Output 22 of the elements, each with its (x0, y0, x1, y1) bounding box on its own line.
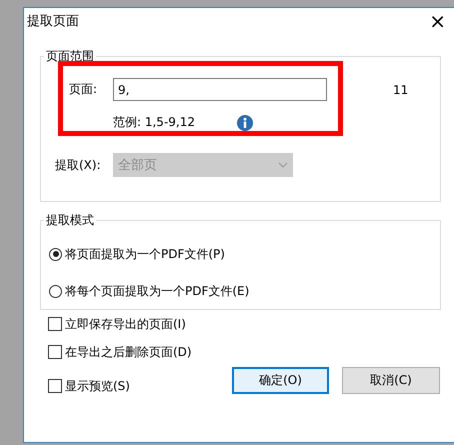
example-hint: 范例: 1,5-9,12 (113, 114, 195, 131)
pages-label: 页面: (69, 81, 98, 98)
checkbox[interactable] (48, 379, 62, 393)
extract-label: 提取(X): (55, 156, 102, 174)
radio-button[interactable] (49, 284, 62, 298)
checkbox-label: 在导出之后删除页面(D) (65, 344, 192, 360)
checkbox[interactable] (48, 317, 62, 331)
checkbox-label: 立即保存导出的页面(I) (65, 316, 186, 332)
window-title: 提取页面 (27, 13, 79, 30)
ok-button[interactable]: 确定(O) (232, 367, 329, 394)
close-button[interactable]: × (427, 11, 448, 31)
radio-button[interactable] (49, 248, 62, 260)
group-title: 提取模式 (45, 212, 95, 229)
cancel-button[interactable]: 取消(C) (342, 367, 440, 394)
info-icon[interactable] (237, 114, 253, 130)
radio-label: 将页面提取为一个PDF文件(P) (65, 246, 225, 262)
checkbox-label: 显示预览(S) (65, 378, 130, 394)
checkbox[interactable] (48, 345, 62, 359)
page-count: 11 (393, 82, 408, 96)
chevron-icon (278, 162, 288, 168)
pages-field[interactable]: 9, (113, 78, 327, 101)
radio-label: 将每个页面提取为一个PDF文件(E) (65, 282, 250, 300)
